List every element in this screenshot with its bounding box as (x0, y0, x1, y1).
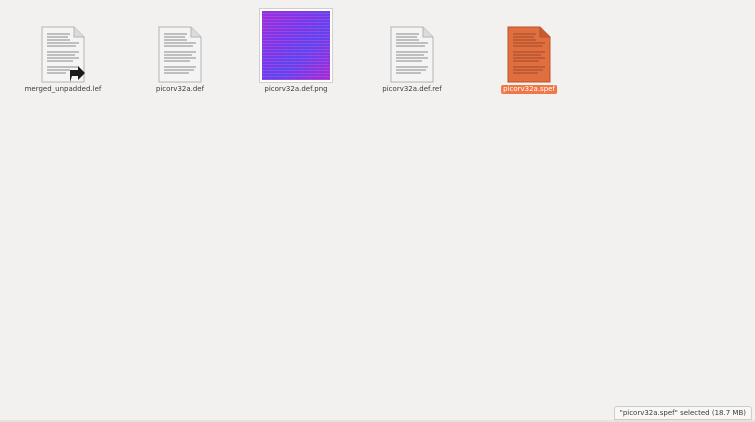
status-selection-size: (18.7 MB) (711, 409, 746, 417)
status-selection-text: "picorv32a.spef" selected (619, 409, 710, 417)
image-thumbnail-preview (262, 11, 330, 80)
file-item-picorv32a-def[interactable]: picorv32a.def (125, 6, 235, 98)
text-file-icon (389, 26, 435, 84)
file-name-label: merged_unpadded.lef (24, 85, 102, 93)
file-item-picorv32a-def-ref[interactable]: picorv32a.def.ref (357, 6, 467, 98)
file-item-picorv32a-spef[interactable]: picorv32a.spef (474, 6, 584, 98)
file-name-label: picorv32a.def (155, 85, 205, 93)
text-file-selected-icon (506, 26, 552, 84)
file-view: merged_unpadded.lef picorv32a.def picorv… (0, 0, 755, 422)
image-thumbnail (259, 8, 333, 83)
file-name-label: picorv32a.def.ref (382, 85, 442, 93)
file-name-label: picorv32a.def.png (264, 85, 328, 93)
file-name-label-selected: picorv32a.spef (501, 85, 557, 94)
status-bar: "picorv32a.spef" selected (18.7 MB) (613, 406, 752, 420)
text-file-icon (157, 26, 203, 84)
file-item-picorv32a-def-png[interactable]: picorv32a.def.png (241, 6, 351, 98)
text-file-symlink-icon (40, 26, 86, 84)
file-item-merged-unpadded-lef[interactable]: merged_unpadded.lef (8, 6, 118, 98)
